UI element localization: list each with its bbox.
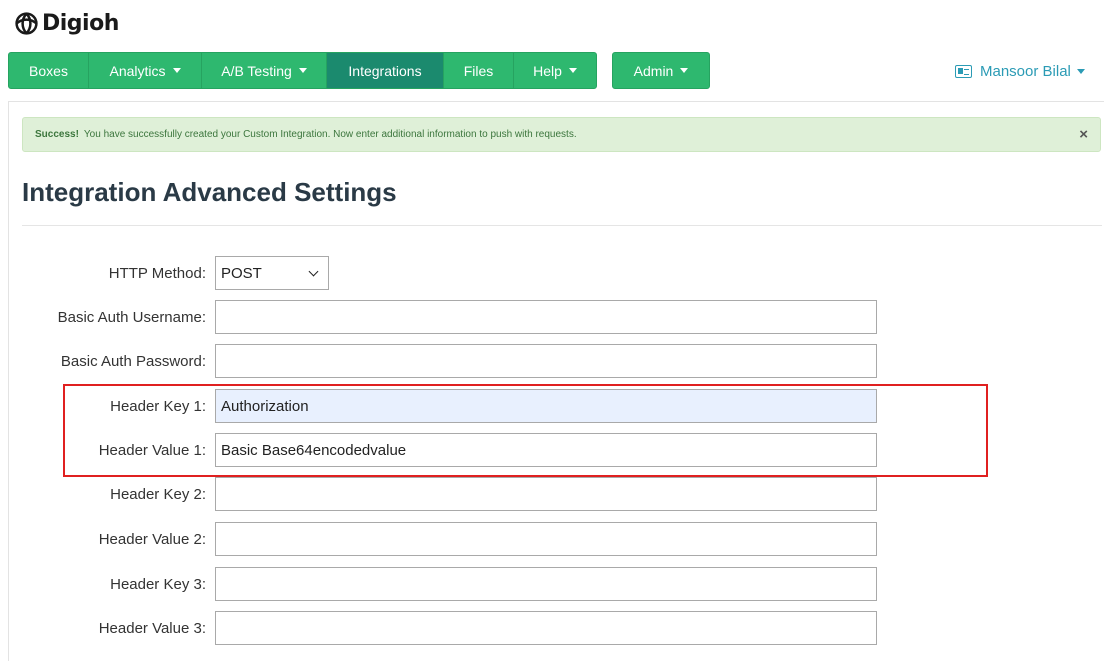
field-label: HTTP Method: — [108, 264, 206, 282]
form-row-header-value-3: Header Value 3: — [0, 610, 877, 646]
caret-down-icon — [1076, 69, 1085, 74]
caret-down-icon — [172, 68, 181, 73]
nav-item-label: Admin — [633, 62, 674, 79]
alert-message: You have successfully created your Custo… — [83, 129, 577, 140]
nav-item-boxes[interactable]: Boxes — [9, 53, 89, 88]
form-row-basic-auth-username: Basic Auth Username: — [0, 299, 877, 335]
nav-item-files[interactable]: Files — [444, 53, 514, 88]
main-nav: Boxes Analytics A/B Testing Integrations… — [8, 52, 710, 89]
alert-strong: Success! — [35, 129, 79, 140]
header-key-2-input[interactable] — [215, 477, 877, 511]
basic-auth-username-input[interactable] — [215, 300, 877, 334]
logo-text: Digioh — [42, 10, 119, 36]
header-key-3-input[interactable] — [215, 567, 877, 601]
select-value: POST — [221, 264, 262, 282]
nav-group-main: Boxes Analytics A/B Testing Integrations… — [8, 52, 597, 89]
form-row-header-key-3: Header Key 3: — [0, 566, 877, 602]
caret-down-icon — [568, 68, 577, 73]
form-row-header-value-2: Header Value 2: — [0, 521, 877, 557]
nav-item-label: Files — [463, 62, 494, 79]
divider — [22, 225, 1102, 226]
user-name: Mansoor Bilal — [980, 63, 1071, 80]
basic-auth-password-input[interactable] — [215, 344, 877, 378]
caret-down-icon — [680, 68, 689, 73]
field-label: Header Key 2: — [110, 485, 206, 503]
form-row-http-method: HTTP Method: POST — [0, 255, 329, 291]
header-value-2-input[interactable] — [215, 522, 877, 556]
nav-item-label: Integrations — [348, 62, 422, 79]
field-label: Basic Auth Username: — [57, 308, 206, 326]
field-label: Header Value 3: — [98, 619, 206, 637]
form-row-header-key-2: Header Key 2: — [0, 476, 877, 512]
nav-item-analytics[interactable]: Analytics — [89, 53, 202, 88]
nav-item-help[interactable]: Help — [514, 53, 596, 88]
chevron-down-icon — [308, 266, 319, 276]
field-label: Header Value 2: — [98, 530, 206, 548]
id-card-icon — [955, 65, 972, 78]
digioh-logo-icon — [15, 11, 38, 35]
highlight-box — [63, 384, 988, 477]
user-menu[interactable]: Mansoor Bilal — [955, 63, 1085, 80]
success-alert: Success! You have successfully created y… — [22, 117, 1101, 152]
field-label: Header Key 3: — [110, 575, 206, 593]
form-row-basic-auth-password: Basic Auth Password: — [0, 343, 877, 379]
header-value-3-input[interactable] — [215, 611, 877, 645]
nav-item-label: Help — [533, 62, 562, 79]
nav-item-label: A/B Testing — [221, 62, 292, 79]
nav-item-ab-testing[interactable]: A/B Testing — [202, 53, 327, 88]
caret-down-icon — [298, 68, 307, 73]
nav-group-admin: Admin — [612, 52, 710, 89]
close-icon[interactable]: × — [1079, 126, 1088, 143]
http-method-select[interactable]: POST — [215, 256, 329, 290]
digioh-logo[interactable]: Digioh — [14, 8, 119, 38]
nav-item-label: Boxes — [29, 62, 68, 79]
nav-item-admin[interactable]: Admin — [613, 53, 709, 88]
field-label: Basic Auth Password: — [60, 352, 206, 370]
nav-item-label: Analytics — [109, 62, 166, 79]
page-title: Integration Advanced Settings — [22, 177, 397, 207]
nav-item-integrations[interactable]: Integrations — [327, 53, 444, 88]
